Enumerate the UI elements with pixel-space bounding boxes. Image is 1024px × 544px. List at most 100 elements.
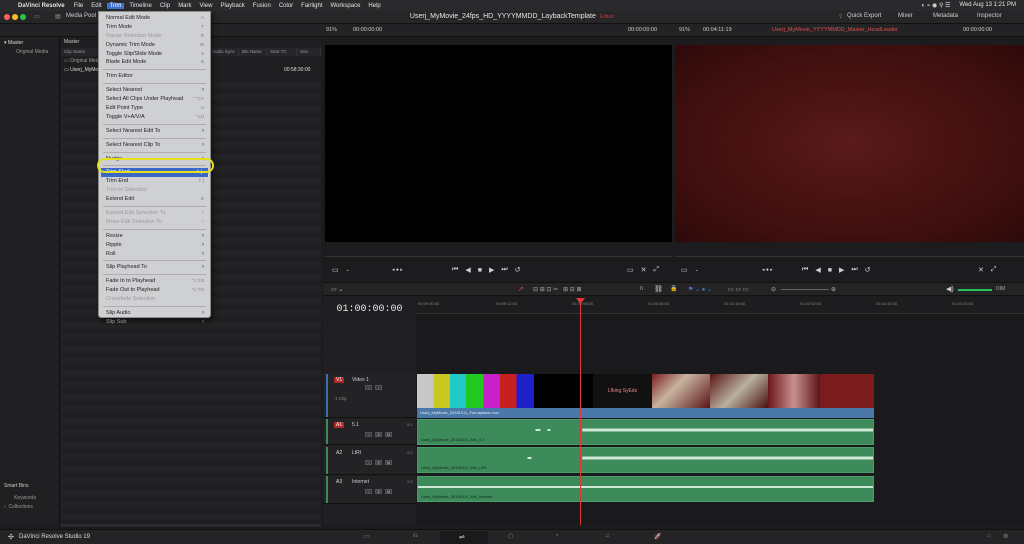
bin-master[interactable]: ▾ Master (4, 40, 23, 46)
page-media-icon[interactable]: ▭ (364, 533, 370, 540)
menu-item-trim-mode[interactable]: Trim Mode T (99, 23, 210, 32)
metadata-button[interactable]: Metadata (933, 13, 958, 19)
menu-timeline[interactable]: Timeline (129, 3, 151, 9)
menu-item-select-all-clips-under-playhead[interactable]: Select All Clips Under Playhead ⌃⌥Y (99, 95, 210, 104)
timeline-go-end-icon[interactable]: ⏭ (851, 266, 857, 274)
a3-lock-button[interactable]: ▫ (365, 489, 372, 494)
menu-item-normal-edit-mode[interactable]: Normal Edit Mode A (99, 14, 210, 23)
smart-bin-keywords[interactable]: Keywords (14, 495, 36, 501)
menu-item-toggle-slip-slide-mode[interactable]: Toggle Slip/Slide Mode S (99, 50, 210, 59)
zoom-presets-icons[interactable]: ▭ ▭ ▭ (728, 286, 748, 293)
audio-clip-a1[interactable]: Userj_MyMovie_20181011_Mix_5.1 (417, 419, 874, 445)
page-fusion-icon[interactable]: ⬠ (508, 533, 513, 540)
source-reverse-icon[interactable]: ◀ (465, 266, 470, 274)
timeline-stop-icon[interactable]: ■ (828, 267, 832, 274)
a1-tag[interactable]: A1 (334, 422, 345, 428)
a2-mute-button[interactable]: M (385, 460, 392, 465)
timeline-scrubber[interactable] (675, 256, 1024, 261)
col-bin-name[interactable]: Bin Name (239, 48, 267, 56)
audio-clip-a3[interactable]: Userj_MyMovie_20181011_Mix_Internet (417, 476, 874, 502)
menu-fusion[interactable]: Fusion (253, 3, 271, 9)
selection-tool-icon[interactable]: ➚ (518, 285, 524, 293)
volume-slider[interactable] (958, 289, 992, 291)
v1-auto-select-button[interactable]: ▫ (375, 385, 382, 390)
menu-help[interactable]: Help (368, 3, 380, 9)
source-fullscreen-icon[interactable]: ⤢ (654, 266, 660, 274)
zoom-out-icon[interactable]: ⊖ (771, 286, 776, 293)
timeline-play-icon[interactable]: ▶ (839, 266, 844, 274)
settings-icon[interactable]: ⚙ (1003, 533, 1008, 540)
col-start-tc-2[interactable]: Start TC (267, 48, 297, 56)
left-zoom[interactable]: 91% (326, 27, 337, 33)
timeline-jog[interactable]: ◂ ● ▸ (762, 263, 773, 277)
bin-original-media[interactable]: Original Media (16, 49, 48, 55)
timeline-ruler[interactable]: 00:59:30:00 00:59:12:00 01:00:06:00 01:0… (416, 297, 1024, 314)
a3-name[interactable]: Internet (352, 479, 369, 485)
v1-name[interactable]: Video 1 (352, 377, 369, 383)
menu-item-resize[interactable]: Resize › (99, 232, 210, 241)
page-edit-icon[interactable]: ⇌ (459, 533, 465, 541)
a2-tag[interactable]: A2 (334, 450, 344, 456)
source-close-icon[interactable]: ✕ (641, 266, 647, 274)
a1-mute-button[interactable]: M (385, 432, 392, 437)
zoom-in-icon[interactable]: ⊕ (831, 286, 836, 293)
v1-lock-button[interactable]: ▫ (365, 385, 372, 390)
volume-icon[interactable]: ◀) (946, 285, 954, 293)
dim-button[interactable]: DIM (996, 286, 1005, 292)
right-zoom[interactable]: 91% (679, 27, 690, 33)
timeline-name[interactable]: Userj_MyMovie_YYYYMMDD_Master_HeadLeader (772, 27, 898, 33)
menu-workspace[interactable]: Workspace (331, 3, 361, 9)
source-loop-icon[interactable]: ↺ (515, 266, 521, 274)
menu-item-edit-point-type[interactable]: Edit Point Type U (99, 104, 210, 113)
page-color-icon[interactable]: ◔ (555, 533, 559, 539)
menu-item-roll[interactable]: Roll › (99, 250, 210, 259)
track-header-a1[interactable]: A1 5.1 5.1 ▫ S M (323, 419, 416, 445)
track-header-v1[interactable]: V1 Video 1 ▫ ▫ 1 Clip (323, 374, 416, 418)
menu-item-slip-playhead-to[interactable]: Slip Playhead To › (99, 263, 210, 272)
menu-item-blade-edit-mode[interactable]: Blade Edit Mode B (99, 58, 210, 67)
video-clip-v1[interactable]: Lfking SyEds Userj_MyMovie_20181011_ForL… (417, 374, 874, 418)
position-lock-icon[interactable]: 🔒 (670, 285, 677, 292)
timeline-fullscreen-icon[interactable]: ⤢ (991, 266, 997, 274)
menu-item-fade-in-to-playhead[interactable]: Fade In to Playhead ⌥⇧D (99, 277, 210, 286)
playhead[interactable] (580, 298, 581, 525)
col-source[interactable]: Sou (297, 48, 321, 56)
menu-item-fade-out-to-playhead[interactable]: Fade Out to Playhead ⌥⇧G (99, 286, 210, 295)
track-header-a3[interactable]: A3 Internet 2.0 ▫ S M (323, 476, 416, 504)
source-viewer[interactable] (325, 45, 672, 242)
menu-item-trim-editor[interactable]: Trim Editor (99, 72, 210, 81)
media-pool-scrollbar[interactable] (61, 524, 321, 527)
quick-export-button[interactable]: Quick Export (847, 13, 881, 19)
col-audio-sync[interactable]: Audio Sync (209, 48, 239, 56)
a3-tag[interactable]: A3 (334, 479, 344, 485)
clock[interactable]: Wed Aug 13 1:21 PM (959, 2, 1016, 9)
smart-bin-collections[interactable]: › Collections (4, 504, 33, 510)
snapping-icon[interactable]: ∩ (639, 285, 644, 292)
linked-selection-icon[interactable]: ⛓ (654, 285, 663, 293)
source-view-options[interactable]: ▭ ⌄ (332, 263, 350, 277)
timeline-close-icon[interactable]: ✕ (978, 266, 984, 274)
v1-tag[interactable]: V1 (334, 377, 345, 383)
flag-icon[interactable]: ⚑ ⌄ ● ⌄ (688, 286, 712, 293)
menu-fairlight[interactable]: Fairlight (301, 3, 322, 9)
source-jog[interactable]: ◂ ● ▸ (392, 263, 403, 277)
menu-item-toggle-v-a-v-a[interactable]: Toggle V+A/V/A ⌥U (99, 113, 210, 122)
a2-solo-button[interactable]: S (375, 460, 382, 465)
menu-edit[interactable]: Edit (91, 3, 101, 9)
menu-clip[interactable]: Clip (160, 3, 170, 9)
app-menu[interactable]: DaVinci Resolve (18, 3, 65, 9)
a3-solo-button[interactable]: S (375, 489, 382, 494)
a3-mute-button[interactable]: M (385, 489, 392, 494)
menu-item-select-nearest-clip-to[interactable]: Select Nearest Clip To › (99, 141, 210, 150)
audio-clip-a2[interactable]: Userj_MyMovie_20181011_Mix_LtRt (417, 447, 874, 473)
menu-item-select-nearest[interactable]: Select Nearest › (99, 86, 210, 95)
timeline-view-options-icon[interactable]: ▭ ⌄ (331, 286, 343, 293)
page-deliver-icon[interactable]: 🚀 (654, 533, 661, 540)
a1-lock-button[interactable]: ▫ (365, 432, 372, 437)
menu-item-slip-audio[interactable]: Slip Audio › (99, 309, 210, 318)
menu-trim[interactable]: Trim (106, 2, 125, 9)
timeline-loop-icon[interactable]: ↺ (865, 266, 871, 274)
track-header-a2[interactable]: A2 LtRt 2.0 ▫ S M (323, 447, 416, 475)
menu-color[interactable]: Color (279, 3, 293, 9)
page-fairlight-icon[interactable]: ♫ (605, 533, 610, 539)
